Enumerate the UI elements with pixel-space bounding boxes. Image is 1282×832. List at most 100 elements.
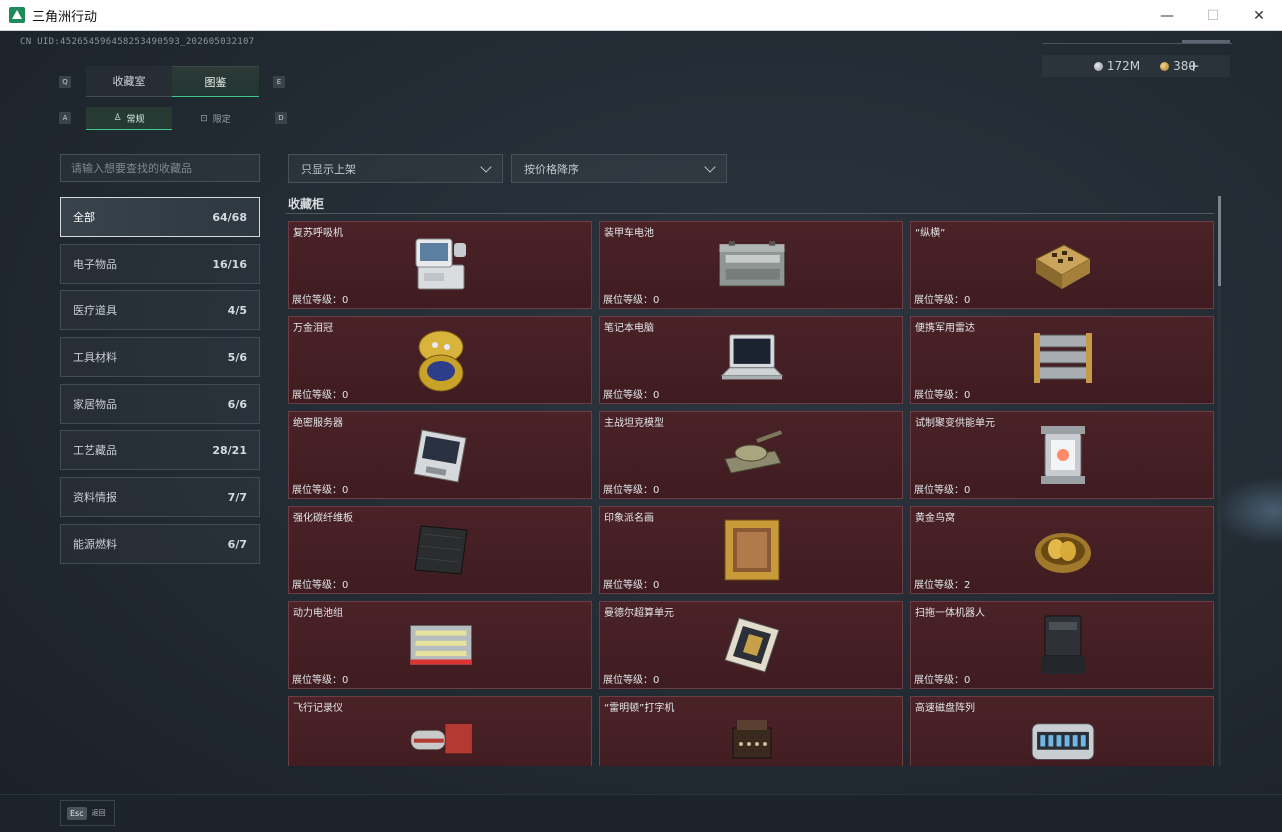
window-controls: — ☐ ✕ <box>1144 0 1282 31</box>
window-title: 三角洲行动 <box>32 9 98 25</box>
booth-level-value: 0 <box>653 295 660 306</box>
player-uid: CN UID:452654596458253490593_20260503210… <box>20 37 255 47</box>
booth-level-label: 展位等级： <box>914 580 964 591</box>
category-energy[interactable]: 能源燃料 6/7 <box>60 524 260 564</box>
minimize-button[interactable]: — <box>1144 0 1190 31</box>
item-name: 绝密服务器 <box>293 418 343 429</box>
collection-card[interactable]: 飞行记录仪 <box>288 696 592 766</box>
category-label: 全部 <box>73 211 95 224</box>
collection-card[interactable]: 印象派名画 展位等级：0 <box>599 506 903 594</box>
collection-card[interactable]: “纵横” 展位等级：0 <box>910 221 1214 309</box>
tab-codex[interactable]: 图鉴 <box>172 66 259 97</box>
booth-level: 展位等级：0 <box>914 671 970 686</box>
fusion-cell-icon <box>1029 424 1097 486</box>
collection-card[interactable]: 黄金鸟窝展位等级：2 <box>910 506 1214 594</box>
shelf-filter-dropdown[interactable]: 只显示上架 <box>288 154 503 183</box>
booth-level-value: 0 <box>653 580 660 591</box>
regular-icon: ♙ <box>113 113 122 123</box>
battery-pack-icon <box>407 614 475 676</box>
collection-card[interactable]: 动力电池组 展位等级：0 <box>288 601 592 689</box>
collection-card[interactable]: 主战坦克模型 展位等级：0 <box>599 411 903 499</box>
collection-card[interactable]: 装甲车电池 展位等级：0 <box>599 221 903 309</box>
subtab-limited[interactable]: ⊡ 限定 <box>172 107 259 130</box>
grid-scrollbar[interactable] <box>1218 196 1221 766</box>
typewriter-icon <box>718 709 786 766</box>
category-count: 5/6 <box>227 350 247 364</box>
category-electronics[interactable]: 电子物品 16/16 <box>60 244 260 284</box>
category-intel[interactable]: 资料情报 7/7 <box>60 477 260 517</box>
collection-card[interactable]: 强化碳纤维板 展位等级：0 <box>288 506 592 594</box>
sort-dropdown[interactable]: 按价格降序 <box>511 154 727 183</box>
category-count: 64/68 <box>212 210 247 224</box>
item-name: 主战坦克模型 <box>604 418 664 429</box>
item-name: 高速磁盘阵列 <box>915 703 975 714</box>
collection-card[interactable]: 扫拖一体机器人 展位等级：0 <box>910 601 1214 689</box>
limited-icon: ⊡ <box>200 113 208 124</box>
booth-level-label: 展位等级： <box>292 580 342 591</box>
item-name: 便携军用雷达 <box>915 323 975 334</box>
category-all[interactable]: 全部 64/68 <box>60 197 260 237</box>
booth-level-value: 0 <box>342 485 349 496</box>
search-input[interactable]: 请输入想要查找的收藏品 <box>60 154 260 182</box>
category-medical[interactable]: 医疗道具 4/5 <box>60 290 260 330</box>
maximize-button[interactable]: ☐ <box>1190 0 1236 31</box>
booth-level-label: 展位等级： <box>914 675 964 686</box>
category-crafts[interactable]: 工艺藏品 28/21 <box>60 430 260 470</box>
collection-card[interactable]: “雷明顿”打字机 <box>599 696 903 766</box>
booth-level-label: 展位等级： <box>603 580 653 591</box>
gold-coin-icon <box>1160 61 1170 71</box>
chevron-down-icon <box>480 160 492 173</box>
top-divider <box>1042 43 1232 44</box>
silver-coin-icon <box>1093 61 1103 71</box>
category-label: 家居物品 <box>73 398 117 411</box>
collection-card[interactable]: 曼德尔超算单元 展位等级：0 <box>599 601 903 689</box>
collection-card[interactable]: 复苏呼吸机 展位等级：0 <box>288 221 592 309</box>
tab-collection-room[interactable]: 收藏室 <box>86 66 172 97</box>
esc-key: Esc <box>67 806 87 820</box>
battery-icon <box>718 234 786 296</box>
back-button[interactable]: Esc 返回 <box>60 800 115 826</box>
booth-level: 展位等级：0 <box>914 481 970 496</box>
category-count: 28/21 <box>212 443 247 457</box>
category-label: 医疗道具 <box>73 304 117 317</box>
category-household[interactable]: 家居物品 6/6 <box>60 384 260 424</box>
scrollbar-thumb[interactable] <box>1218 196 1221 286</box>
booth-level: 展位等级：0 <box>603 671 659 686</box>
category-label: 工具材料 <box>73 351 117 364</box>
category-count: 6/7 <box>227 537 247 551</box>
collection-card[interactable]: 高速磁盘阵列 <box>910 696 1214 766</box>
collection-card[interactable]: 便携军用雷达展位等级：0 <box>910 316 1214 404</box>
subtab-regular[interactable]: ♙ 常规 <box>86 107 172 130</box>
window-titlebar: 三角洲行动 — ☐ ✕ <box>0 0 1282 31</box>
category-label: 资料情报 <box>73 491 117 504</box>
category-tools[interactable]: 工具材料 5/6 <box>60 337 260 377</box>
collection-card[interactable]: 试制聚变供能单元 展位等级：0 <box>910 411 1214 499</box>
item-name: 笔记本电脑 <box>604 323 654 334</box>
booth-level-label: 展位等级： <box>292 485 342 496</box>
top-divider-mark <box>1182 40 1230 43</box>
item-name: 强化碳纤维板 <box>293 513 353 524</box>
subtab-limited-label: 限定 <box>212 115 231 125</box>
collection-card[interactable]: 笔记本电脑 展位等级：0 <box>599 316 903 404</box>
item-name: 装甲车电池 <box>604 228 654 239</box>
booth-level: 展位等级：2 <box>914 576 970 591</box>
tab-prev-key: Q <box>59 76 71 88</box>
booth-level-label: 展位等级： <box>292 295 342 306</box>
game-screen: CN UID:452654596458253490593_20260503210… <box>0 31 1282 832</box>
item-name: 复苏呼吸机 <box>293 228 343 239</box>
collection-card[interactable]: 万金泪冠 展位等级：0 <box>288 316 592 404</box>
item-name: 黄金鸟窝 <box>915 513 955 524</box>
booth-level: 展位等级：0 <box>914 386 970 401</box>
collection-card[interactable]: 绝密服务器展位等级：0 <box>288 411 592 499</box>
close-button[interactable]: ✕ <box>1236 0 1282 31</box>
category-label: 电子物品 <box>73 258 117 271</box>
radar-icon <box>1029 329 1097 391</box>
booth-level-label: 展位等级： <box>603 390 653 401</box>
app-logo-icon <box>9 7 25 23</box>
add-currency-button[interactable]: + <box>1187 57 1200 75</box>
ventilator-icon <box>407 234 475 296</box>
silver-amount: 172M <box>1106 59 1141 73</box>
footer-bar: Esc 返回 <box>0 794 1282 832</box>
booth-level-label: 展位等级： <box>914 295 964 306</box>
subtab-next-key: D <box>275 112 287 124</box>
